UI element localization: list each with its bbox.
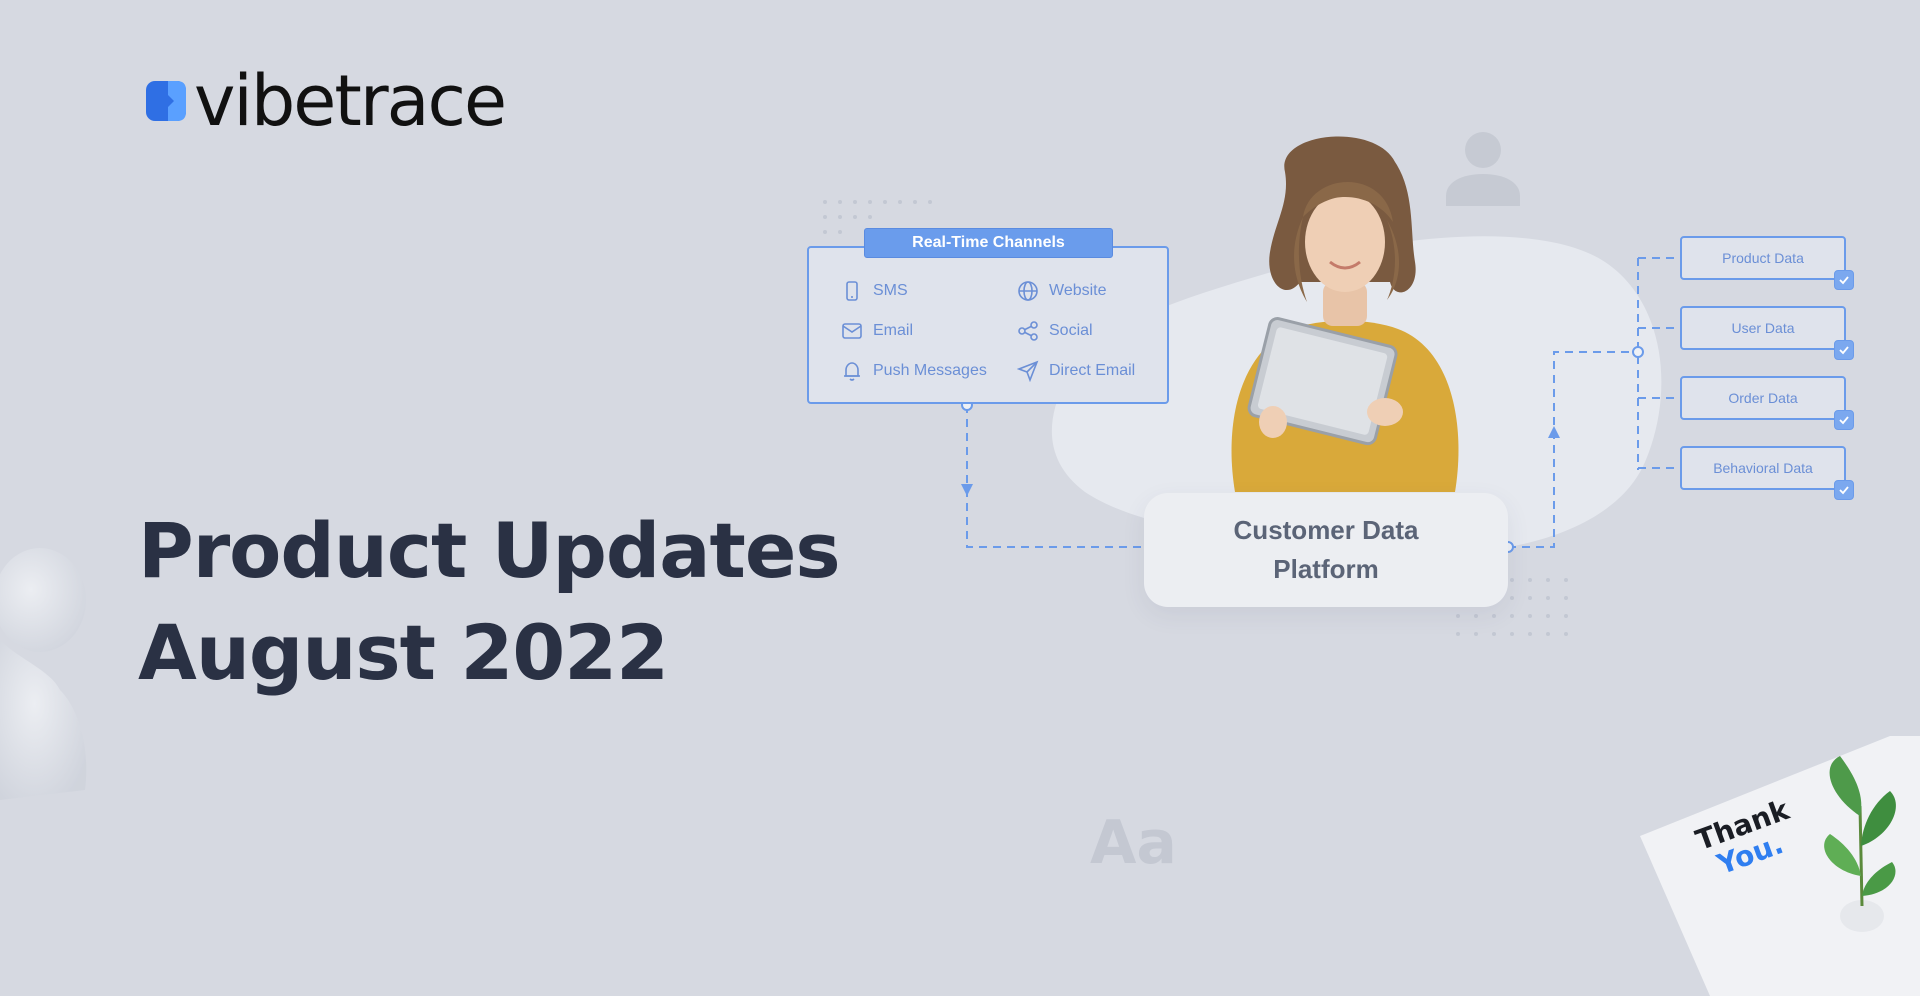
brand-name: vibetrace [194, 60, 507, 142]
channel-sms[interactable]: SMS [841, 280, 908, 302]
data-source-label: Product Data [1722, 250, 1804, 266]
cdp-line-2: Platform [1273, 554, 1379, 584]
channel-direct-email[interactable]: Direct Email [1017, 360, 1135, 382]
thank-you-card: Thank You. [1640, 736, 1920, 996]
send-icon [1017, 360, 1039, 382]
typography-sample: Aa [1090, 808, 1177, 878]
brand-logo[interactable]: vibetrace [146, 60, 507, 142]
customer-data-platform-card[interactable]: Customer Data Platform [1144, 493, 1508, 607]
channel-label: SMS [873, 282, 908, 299]
channel-label: Push Messages [873, 362, 987, 379]
share-icon [1018, 321, 1038, 341]
mail-icon [842, 323, 862, 339]
woman-with-tablet-image [1231, 136, 1459, 492]
check-icon [1834, 270, 1854, 290]
channel-label: Direct Email [1049, 362, 1136, 379]
data-source-product[interactable]: Product Data [1680, 236, 1846, 280]
title-line-1: Product Updates [138, 506, 841, 595]
check-icon [1834, 480, 1854, 500]
data-source-order[interactable]: Order Data [1680, 376, 1846, 420]
channel-label: Website [1049, 282, 1107, 299]
check-icon [1834, 340, 1854, 360]
channel-email[interactable]: Email [841, 320, 913, 342]
check-icon [1834, 410, 1854, 430]
channel-social[interactable]: Social [1017, 320, 1093, 342]
channel-label: Email [873, 322, 914, 339]
phone-icon [846, 281, 858, 301]
channels-title: Real-Time Channels [864, 228, 1113, 258]
data-source-user[interactable]: User Data [1680, 306, 1846, 350]
cdp-line-1: Customer Data [1233, 515, 1419, 545]
data-source-label: Behavioral Data [1713, 460, 1813, 476]
title-line-2: August 2022 [138, 608, 669, 697]
globe-icon [1018, 281, 1038, 301]
page-title: Product Updates August 2022 [138, 500, 841, 704]
channel-website[interactable]: Website [1017, 280, 1107, 302]
statue-bust-image [0, 548, 87, 800]
data-source-label: User Data [1731, 320, 1795, 336]
data-source-label: Order Data [1728, 390, 1798, 406]
brand-mark-icon [146, 79, 190, 123]
channel-push-messages[interactable]: Push Messages [841, 360, 987, 382]
bell-icon [844, 362, 860, 381]
thank-you-card-shape [1640, 736, 1920, 996]
arrow-down-icon [961, 484, 973, 496]
data-source-behavioral[interactable]: Behavioral Data [1680, 446, 1846, 490]
real-time-channels-card: SMS Website Email Social Push Messages D… [807, 246, 1169, 404]
channel-label: Social [1049, 322, 1093, 339]
